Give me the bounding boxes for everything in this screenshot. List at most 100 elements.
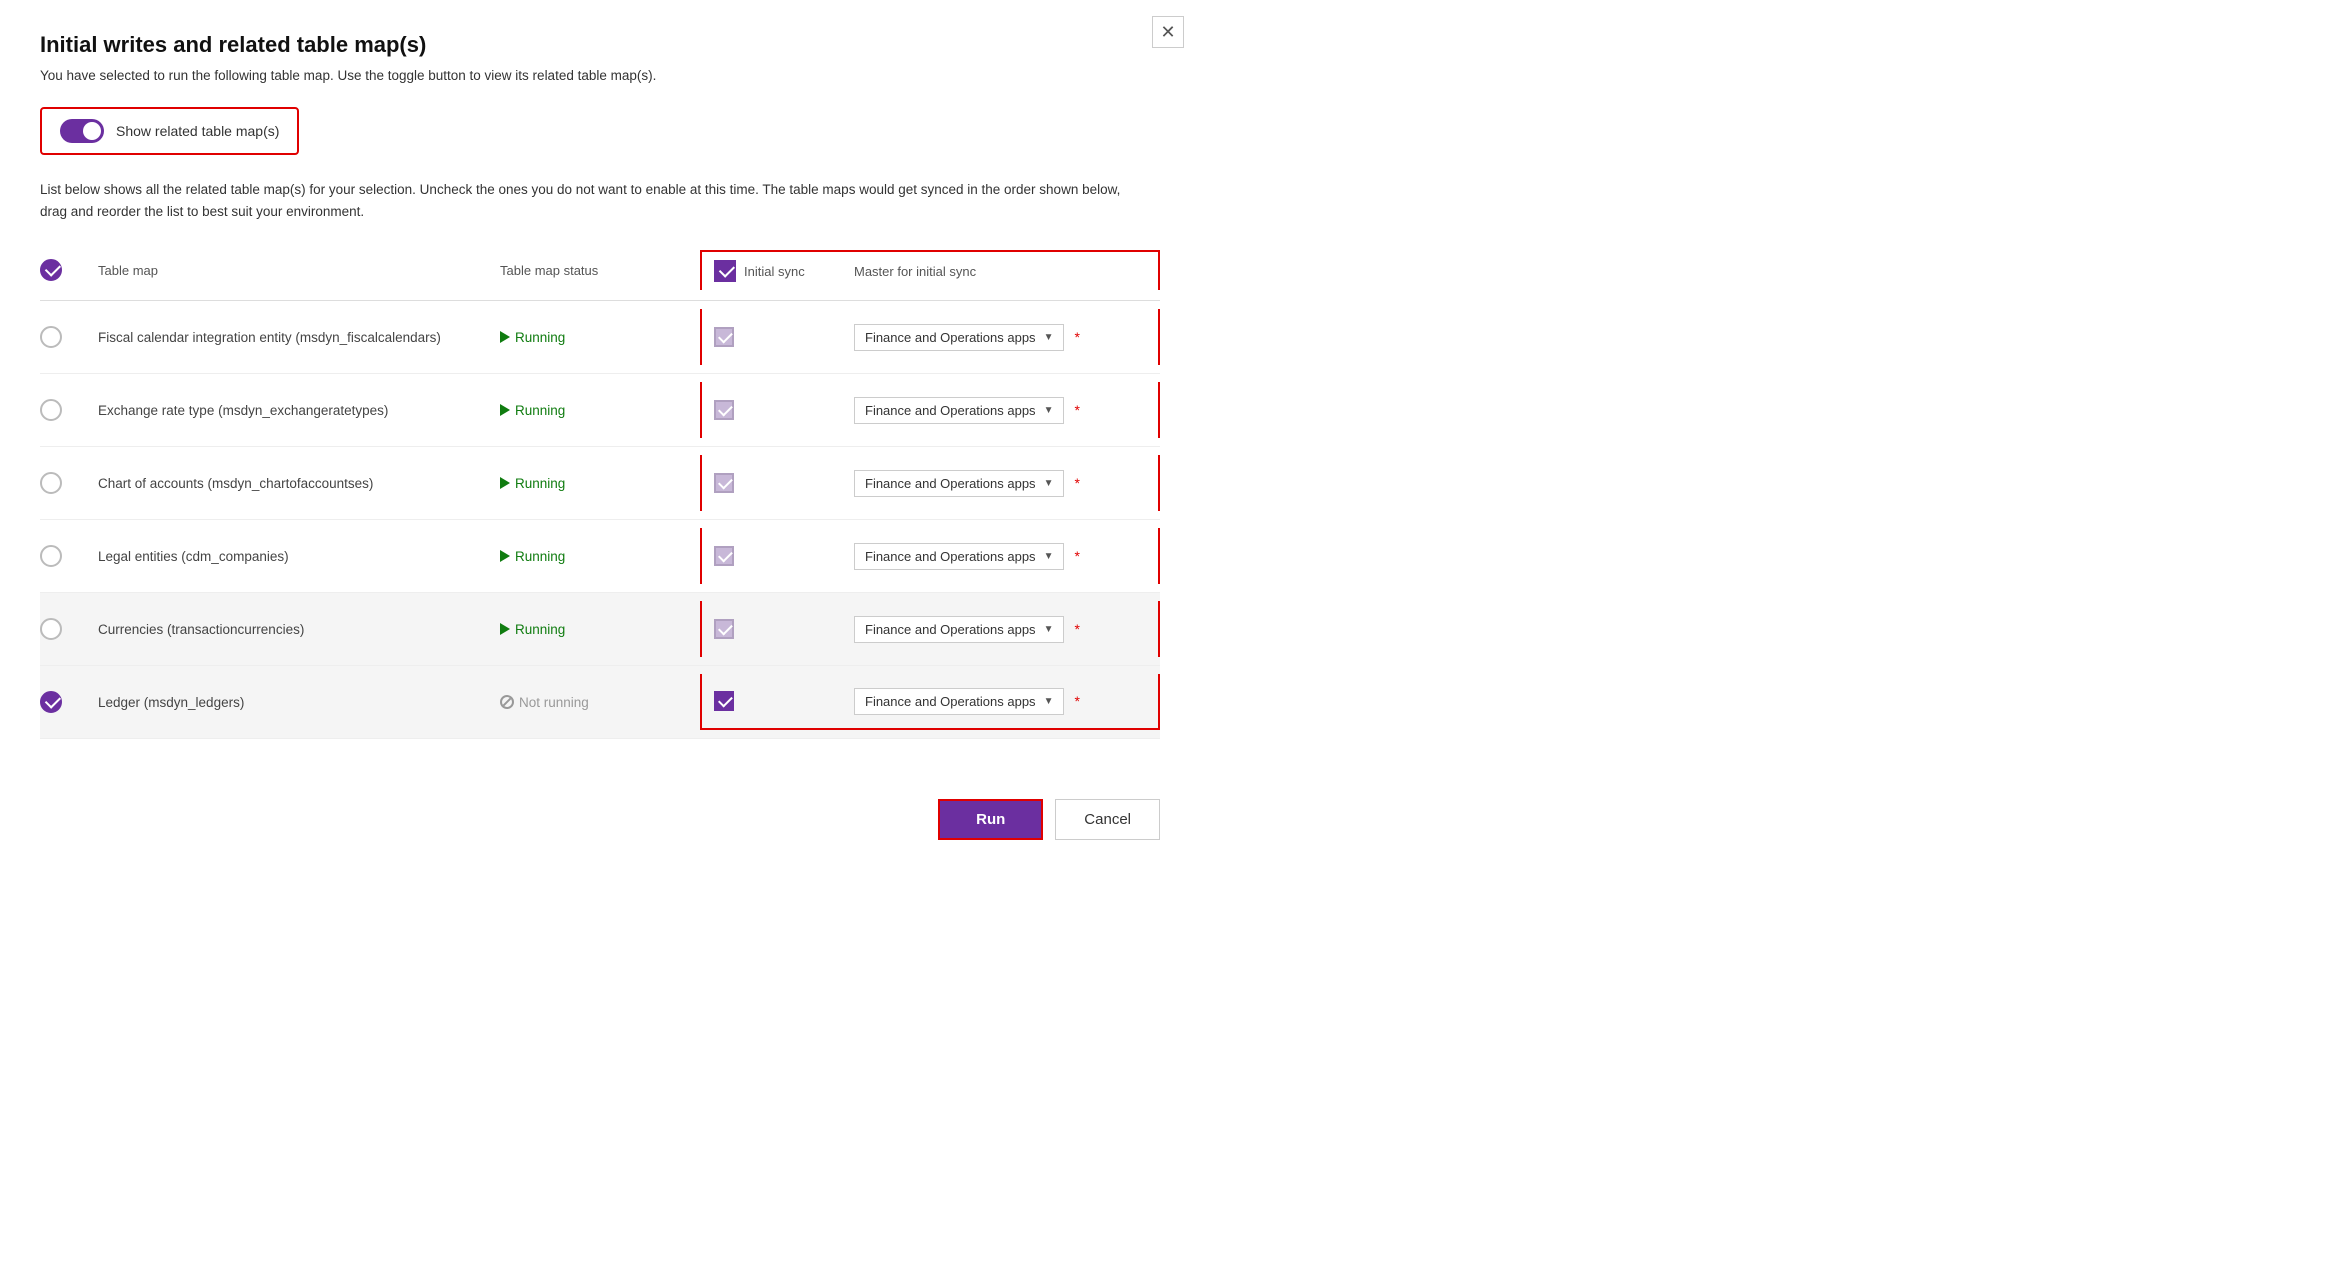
- row2-master-dropdown[interactable]: Finance and Operations apps ▼: [854, 397, 1064, 424]
- table-area: Table map Table map status Initial sync …: [40, 250, 1160, 739]
- row1-map-name: Fiscal calendar integration entity (msdy…: [90, 330, 500, 345]
- row6-initial-sync-checkbox[interactable]: [714, 691, 734, 711]
- row1-initial-sync-cell: [714, 327, 854, 347]
- row4-status: Running: [500, 549, 700, 564]
- row6-status-not-running: Not running: [500, 695, 589, 710]
- toggle-switch[interactable]: [60, 119, 104, 143]
- header-master-label: Master for initial sync: [854, 264, 1146, 279]
- row5-master-dropdown[interactable]: Finance and Operations apps ▼: [854, 616, 1064, 643]
- cancel-button[interactable]: Cancel: [1055, 799, 1160, 840]
- row2-check-col: [40, 399, 90, 421]
- row4-initial-sync-cell: [714, 546, 854, 566]
- row3-master-cell: Finance and Operations apps ▼ *: [854, 470, 1146, 497]
- row6-map-name: Ledger (msdyn_ledgers): [90, 695, 500, 710]
- row2-initial-sync-cell: [714, 400, 854, 420]
- row6-initial-sync-cell: [714, 691, 854, 711]
- header-status-label: Table map status: [500, 263, 700, 278]
- header-initial-sync-label: Initial sync: [744, 264, 805, 279]
- row1-required-star: *: [1074, 329, 1079, 345]
- header-check-col: [40, 259, 90, 281]
- row3-check-col: [40, 472, 90, 494]
- row3-master-dropdown[interactable]: Finance and Operations apps ▼: [854, 470, 1064, 497]
- table-row: Chart of accounts (msdyn_chartofaccounts…: [40, 447, 1160, 520]
- header-initial-sync-checkbox[interactable]: [714, 260, 736, 282]
- row1-master-dropdown[interactable]: Finance and Operations apps ▼: [854, 324, 1064, 351]
- row3-master-value: Finance and Operations apps: [865, 476, 1036, 491]
- table-row: Currencies (transactioncurrencies) Runni…: [40, 593, 1160, 666]
- row2-play-icon: [500, 404, 510, 416]
- row4-status-text: Running: [515, 549, 565, 564]
- row5-initial-sync-checkbox[interactable]: [714, 619, 734, 639]
- row2-dropdown-arrow: ▼: [1044, 405, 1054, 416]
- row1-master-value: Finance and Operations apps: [865, 330, 1036, 345]
- row3-required-star: *: [1074, 475, 1079, 491]
- row4-master-dropdown[interactable]: Finance and Operations apps ▼: [854, 543, 1064, 570]
- footer-area: Run Cancel: [40, 779, 1160, 840]
- row4-check-col: [40, 545, 90, 567]
- header-right-section: Initial sync Master for initial sync: [700, 250, 1160, 290]
- row2-initial-sync-checkbox[interactable]: [714, 400, 734, 420]
- row5-status: Running: [500, 622, 700, 637]
- row1-status: Running: [500, 330, 700, 345]
- row3-map-name: Chart of accounts (msdyn_chartofaccounts…: [90, 476, 500, 491]
- row6-master-value: Finance and Operations apps: [865, 694, 1036, 709]
- run-button[interactable]: Run: [938, 799, 1043, 840]
- table-row: Ledger (msdyn_ledgers) Not running Finan…: [40, 666, 1160, 739]
- row4-play-icon: [500, 550, 510, 562]
- row5-status-text: Running: [515, 622, 565, 637]
- row3-status: Running: [500, 476, 700, 491]
- row2-status: Running: [500, 403, 700, 418]
- row6-not-running-icon: [500, 695, 514, 709]
- row3-right-col: Finance and Operations apps ▼ *: [700, 455, 1160, 511]
- row1-status-text: Running: [515, 330, 565, 345]
- subtitle-text: You have selected to run the following t…: [40, 68, 1160, 83]
- row4-select-checkbox[interactable]: [40, 545, 62, 567]
- row1-play-icon: [500, 331, 510, 343]
- row3-status-running: Running: [500, 476, 565, 491]
- row6-master-dropdown[interactable]: Finance and Operations apps ▼: [854, 688, 1064, 715]
- row3-dropdown-arrow: ▼: [1044, 478, 1054, 489]
- table-row: Legal entities (cdm_companies) Running F…: [40, 520, 1160, 593]
- row5-required-star: *: [1074, 621, 1079, 637]
- row6-select-checkbox[interactable]: [40, 691, 62, 713]
- row6-status-text: Not running: [519, 695, 589, 710]
- row4-master-value: Finance and Operations apps: [865, 549, 1036, 564]
- row3-initial-sync-checkbox[interactable]: [714, 473, 734, 493]
- toggle-label: Show related table map(s): [116, 123, 279, 139]
- row5-right-col: Finance and Operations apps ▼ *: [700, 601, 1160, 657]
- row6-check-col: [40, 691, 90, 713]
- row3-play-icon: [500, 477, 510, 489]
- row6-right-col: Finance and Operations apps ▼ *: [700, 674, 1160, 730]
- toggle-track: [60, 119, 104, 143]
- row4-right-col: Finance and Operations apps ▼ *: [700, 528, 1160, 584]
- row2-select-checkbox[interactable]: [40, 399, 62, 421]
- row3-select-checkbox[interactable]: [40, 472, 62, 494]
- row4-status-running: Running: [500, 549, 565, 564]
- row1-select-checkbox[interactable]: [40, 326, 62, 348]
- toggle-thumb: [83, 122, 101, 140]
- table-row: Exchange rate type (msdyn_exchangeratety…: [40, 374, 1160, 447]
- table-header-row: Table map Table map status Initial sync …: [40, 250, 1160, 301]
- row2-required-star: *: [1074, 402, 1079, 418]
- row3-status-text: Running: [515, 476, 565, 491]
- row2-master-value: Finance and Operations apps: [865, 403, 1036, 418]
- row5-select-checkbox[interactable]: [40, 618, 62, 640]
- header-map-label: Table map: [90, 263, 500, 278]
- row1-dropdown-arrow: ▼: [1044, 332, 1054, 343]
- row2-master-cell: Finance and Operations apps ▼ *: [854, 397, 1146, 424]
- close-button[interactable]: ✕: [1152, 16, 1184, 48]
- row4-map-name: Legal entities (cdm_companies): [90, 549, 500, 564]
- row6-dropdown-arrow: ▼: [1044, 696, 1054, 707]
- row5-dropdown-arrow: ▼: [1044, 624, 1054, 635]
- header-select-all-checkbox[interactable]: [40, 259, 62, 281]
- table-row: Fiscal calendar integration entity (msdy…: [40, 301, 1160, 374]
- row4-initial-sync-checkbox[interactable]: [714, 546, 734, 566]
- row1-initial-sync-checkbox[interactable]: [714, 327, 734, 347]
- row1-status-running: Running: [500, 330, 565, 345]
- row6-master-cell: Finance and Operations apps ▼ *: [854, 688, 1146, 715]
- row2-right-col: Finance and Operations apps ▼ *: [700, 382, 1160, 438]
- header-initial-sync: Initial sync: [714, 260, 854, 282]
- row5-check-col: [40, 618, 90, 640]
- row4-master-cell: Finance and Operations apps ▼ *: [854, 543, 1146, 570]
- show-related-toggle-container[interactable]: Show related table map(s): [40, 107, 299, 155]
